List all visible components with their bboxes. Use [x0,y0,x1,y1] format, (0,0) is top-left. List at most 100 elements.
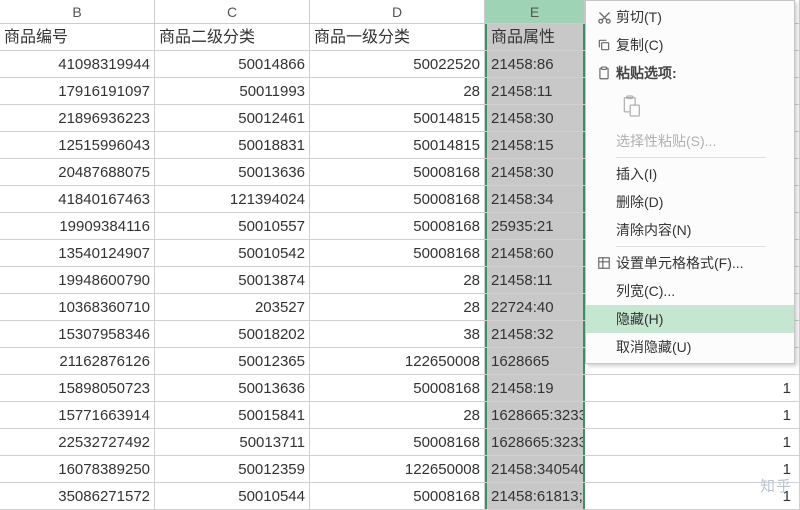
cell[interactable]: 19909384116 [0,213,155,239]
cell[interactable]: 15771663914 [0,402,155,428]
cell[interactable]: 13540124907 [0,240,155,266]
cell[interactable]: 17916191097 [0,78,155,104]
cell[interactable]: 50013636 [155,159,310,185]
paste-icon [592,66,616,81]
cell[interactable]: 19948600790 [0,267,155,293]
cell[interactable]: 50018202 [155,321,310,347]
table-row: 15898050723500136365000816821458:191 [0,375,800,402]
cell[interactable]: 50018831 [155,132,310,158]
cell[interactable]: 1 [585,402,800,428]
cell[interactable]: 50008168 [310,186,485,212]
cell[interactable]: 38 [310,321,485,347]
col-header-d[interactable]: D [310,0,485,23]
header-cell[interactable]: 商品编号 [0,24,155,50]
cell[interactable]: 22532727492 [0,429,155,455]
menu-hide[interactable]: 隐藏(H) [586,305,794,333]
col-header-e[interactable]: E [485,0,585,23]
table-row: 35086271572500105445000816821458:61813;2… [0,483,800,510]
cell[interactable]: 1628665:3233941;1 [485,402,585,428]
menu-label: 删除(D) [616,192,784,212]
col-header-b[interactable]: B [0,0,155,23]
menu-column-width[interactable]: 列宽(C)... [586,277,794,305]
menu-clear-contents[interactable]: 清除内容(N) [586,216,794,244]
cell[interactable]: 21458:15 [485,132,585,158]
cell[interactable]: 50008168 [310,375,485,401]
cell[interactable]: 50012365 [155,348,310,374]
cell[interactable]: 28 [310,78,485,104]
cell[interactable]: 50008168 [310,483,485,509]
menu-paste-special: 选择性粘贴(S)... [586,127,794,155]
cell[interactable]: 50010542 [155,240,310,266]
cell[interactable]: 35086271572 [0,483,155,509]
cell[interactable]: 21458:86 [485,51,585,77]
cell[interactable]: 50008168 [310,240,485,266]
cell[interactable]: 21458:19 [485,375,585,401]
cell[interactable]: 50011993 [155,78,310,104]
cell[interactable]: 21458:32 [485,321,585,347]
menu-delete[interactable]: 删除(D) [586,188,794,216]
menu-label: 取消隐藏(U) [616,337,784,357]
paste-button[interactable] [616,91,646,121]
cell[interactable]: 10368360710 [0,294,155,320]
cell[interactable]: 21162876126 [0,348,155,374]
cell[interactable]: 41840167463 [0,186,155,212]
cell[interactable]: 21458:61813;25935 [485,483,585,509]
cell[interactable]: 21458:11 [485,267,585,293]
cell[interactable]: 21458:11 [485,78,585,104]
cell[interactable]: 21896936223 [0,105,155,131]
menu-label: 选择性粘贴(S)... [616,131,784,151]
cell[interactable]: 1628665 [485,348,585,374]
header-cell[interactable]: 商品二级分类 [155,24,310,50]
cell[interactable]: 50012461 [155,105,310,131]
cell[interactable]: 50014815 [310,132,485,158]
cell[interactable]: 50013711 [155,429,310,455]
cell[interactable]: 50008168 [310,159,485,185]
col-header-c[interactable]: C [155,0,310,23]
cell[interactable]: 21458:30 [485,159,585,185]
cell[interactable]: 16078389250 [0,456,155,482]
cell[interactable]: 41098319944 [0,51,155,77]
cell[interactable]: 50010557 [155,213,310,239]
cell[interactable]: 122650008 [310,348,485,374]
cell[interactable]: 1628665:3233941;1 [485,429,585,455]
cell[interactable]: 50008168 [310,213,485,239]
cell[interactable]: 1 [585,375,800,401]
copy-icon [592,38,616,52]
cell[interactable]: 15307958346 [0,321,155,347]
cell[interactable]: 50012359 [155,456,310,482]
cell[interactable]: 50010544 [155,483,310,509]
cell[interactable]: 15898050723 [0,375,155,401]
cell[interactable]: 20487688075 [0,159,155,185]
cell[interactable]: 21458:34 [485,186,585,212]
cell[interactable]: 28 [310,294,485,320]
cell[interactable]: 21458:3405407;163 [485,456,585,482]
cell[interactable]: 203527 [155,294,310,320]
cell[interactable]: 50014815 [310,105,485,131]
cell[interactable]: 50013636 [155,375,310,401]
cell[interactable]: 50014866 [155,51,310,77]
cell[interactable]: 50022520 [310,51,485,77]
cell[interactable]: 50013874 [155,267,310,293]
cell[interactable]: 22724:40 [485,294,585,320]
cell[interactable]: 1 [585,429,800,455]
cell[interactable]: 50008168 [310,429,485,455]
menu-label: 剪切(T) [616,7,784,27]
cell[interactable]: 12515996043 [0,132,155,158]
cell[interactable]: 25935:21 [485,213,585,239]
cell[interactable]: 28 [310,402,485,428]
table-row: 160783892505001235912265000821458:340540… [0,456,800,483]
cell[interactable]: 50015841 [155,402,310,428]
menu-label: 设置单元格格式(F)... [616,253,784,273]
cell[interactable]: 121394024 [155,186,310,212]
menu-unhide[interactable]: 取消隐藏(U) [586,333,794,361]
menu-insert[interactable]: 插入(I) [586,160,794,188]
menu-copy[interactable]: 复制(C) [586,31,794,59]
cell[interactable]: 21458:60 [485,240,585,266]
cell[interactable]: 21458:30 [485,105,585,131]
header-cell[interactable]: 商品一级分类 [310,24,485,50]
header-cell[interactable]: 商品属性 [485,24,585,50]
menu-format-cells[interactable]: 设置单元格格式(F)... [586,249,794,277]
cell[interactable]: 122650008 [310,456,485,482]
menu-cut[interactable]: 剪切(T) [586,3,794,31]
cell[interactable]: 28 [310,267,485,293]
